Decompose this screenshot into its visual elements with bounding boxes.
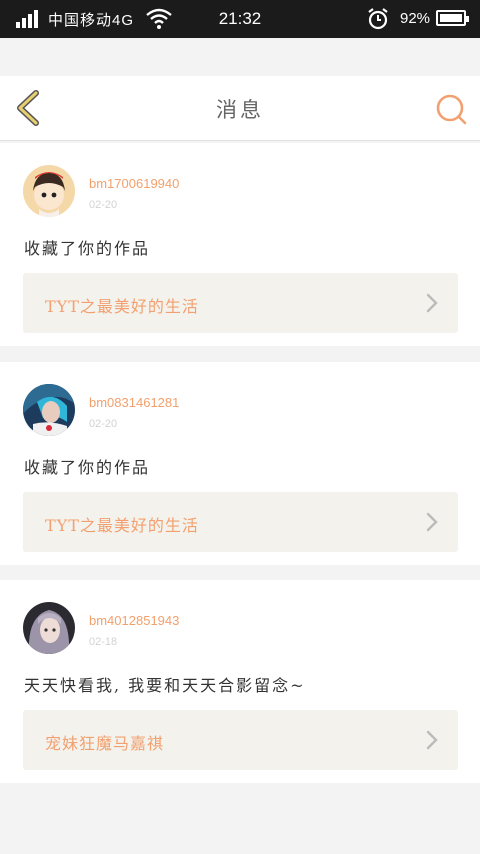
- alarm-icon: [368, 8, 388, 30]
- work-link[interactable]: 宠妹狂魔马嘉祺: [23, 710, 458, 770]
- page-title: 消息: [216, 98, 264, 122]
- message-date: 02-20: [89, 418, 118, 430]
- message-card: bm1700619940 02-20 收藏了你的作品 TYT之最美好的生活: [0, 143, 480, 346]
- avatar[interactable]: [23, 602, 75, 654]
- avatar[interactable]: [23, 384, 75, 436]
- message-date: 02-18: [89, 636, 118, 648]
- chevron-right-icon: [426, 293, 438, 313]
- battery-percent: 92%: [400, 10, 431, 27]
- message-text: 收藏了你的作品: [24, 239, 151, 258]
- status-bar: 中国移动4G 21:32 92%: [0, 0, 480, 38]
- work-link[interactable]: TYT之最美好的生活: [23, 273, 458, 333]
- message-card: bm0831461281 02-20 收藏了你的作品 TYT之最美好的生活: [0, 362, 480, 565]
- avatar[interactable]: [23, 165, 75, 217]
- message-card: bm4012851943 02-18 天天快看我, 我要和天天合影留念~ 宠妹狂…: [0, 580, 480, 783]
- username[interactable]: bm4012851943: [89, 613, 179, 628]
- username[interactable]: bm1700619940: [89, 176, 179, 191]
- header-bar: 消息: [0, 76, 480, 141]
- message-text: 收藏了你的作品: [24, 458, 151, 477]
- work-link[interactable]: TYT之最美好的生活: [23, 492, 458, 552]
- chevron-right-icon: [426, 512, 438, 532]
- work-title: TYT之最美好的生活: [45, 297, 199, 316]
- work-title: 宠妹狂魔马嘉祺: [45, 734, 165, 753]
- work-title: TYT之最美好的生活: [45, 516, 199, 535]
- search-icon[interactable]: [434, 92, 468, 126]
- message-text: 天天快看我, 我要和天天合影留念~: [24, 676, 306, 695]
- username[interactable]: bm0831461281: [89, 395, 179, 410]
- chevron-right-icon: [426, 730, 438, 750]
- message-date: 02-20: [89, 199, 118, 211]
- battery-icon: [436, 10, 469, 26]
